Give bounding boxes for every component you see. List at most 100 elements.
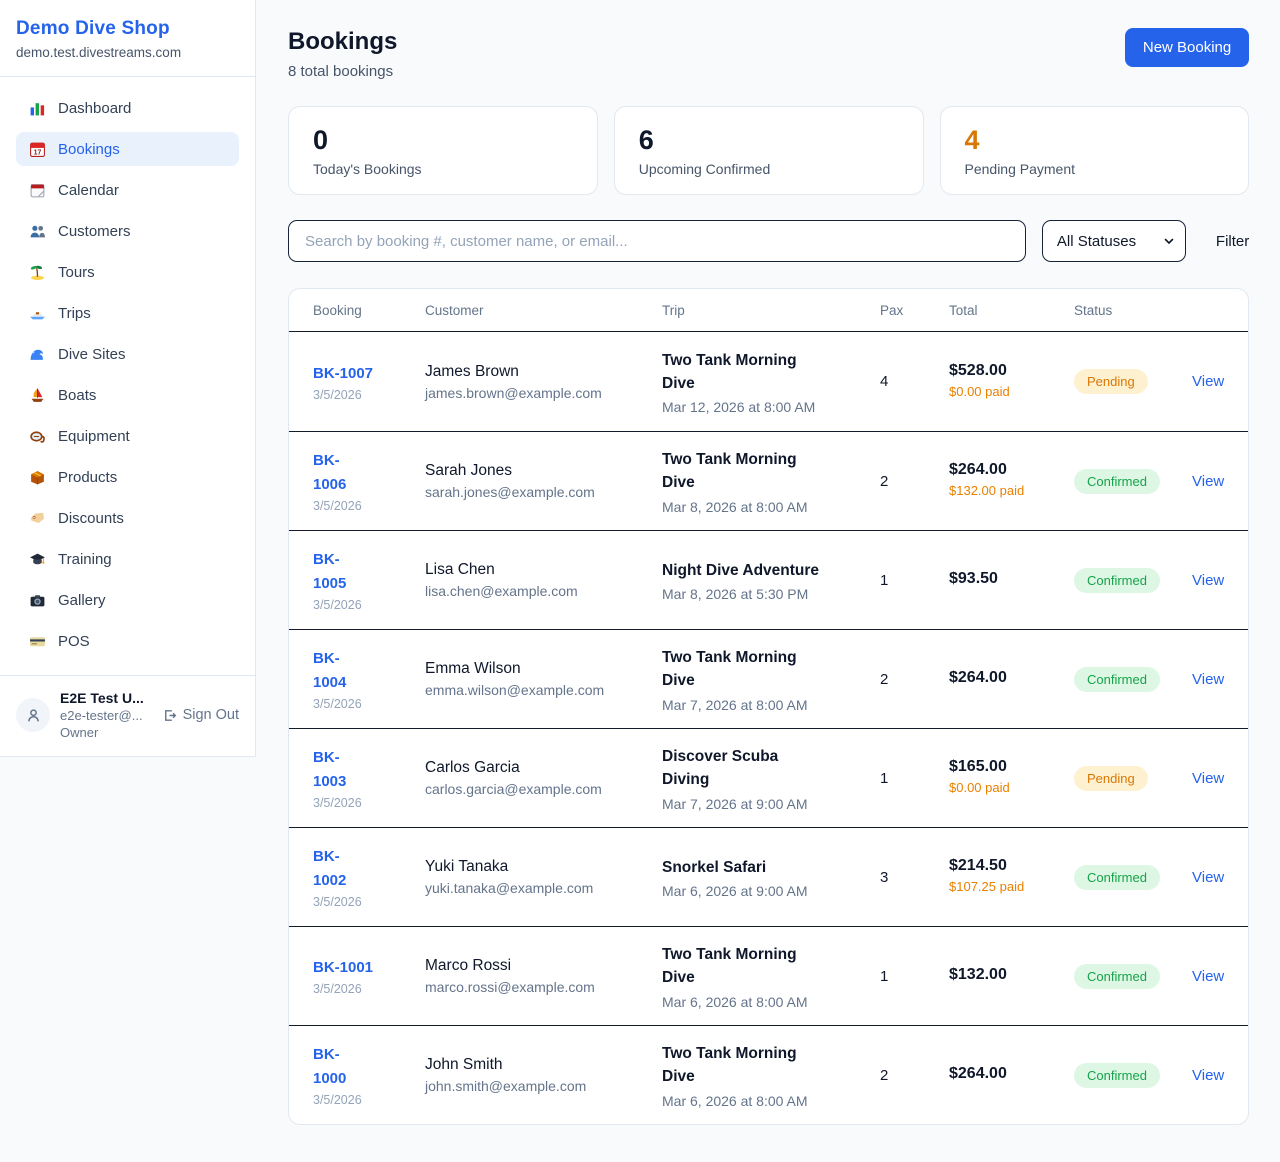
- total-amount: $93.50: [949, 570, 1074, 588]
- island-icon: [28, 263, 46, 281]
- bookings-table: Booking Customer Trip Pax Total Status B…: [288, 288, 1249, 1125]
- view-link[interactable]: View: [1192, 373, 1224, 390]
- customer-name: John Smith: [425, 1056, 662, 1074]
- filter-button[interactable]: Filter: [1216, 233, 1249, 250]
- stat-value: 4: [965, 124, 1225, 156]
- view-link[interactable]: View: [1192, 473, 1224, 490]
- booking-date: 3/5/2026: [313, 388, 425, 402]
- sidebar-item-dashboard[interactable]: Dashboard: [16, 91, 239, 125]
- customer-name: Carlos Garcia: [425, 759, 662, 777]
- column-header-status: Status: [1074, 303, 1192, 318]
- search-input[interactable]: [288, 220, 1026, 262]
- sidebar-item-equipment[interactable]: Equipment: [16, 419, 239, 453]
- pax-count: 1: [880, 770, 949, 787]
- booking-id-link[interactable]: BK- 1006: [313, 449, 425, 497]
- shop-domain: demo.test.divestreams.com: [16, 45, 239, 60]
- sidebar-item-label: Products: [58, 469, 117, 486]
- sidebar-nav: Dashboard 17 Bookings Calendar Customers…: [0, 77, 255, 675]
- sidebar-item-gallery[interactable]: Gallery: [16, 583, 239, 617]
- status-badge: Confirmed: [1074, 568, 1160, 593]
- tear-off-calendar-icon: [28, 181, 46, 199]
- column-header-customer: Customer: [425, 303, 662, 318]
- booking-id-link[interactable]: BK-1007: [313, 362, 425, 386]
- trip-name: Night Dive Adventure: [662, 559, 880, 582]
- booking-date: 3/5/2026: [313, 1093, 425, 1107]
- package-icon: [28, 468, 46, 486]
- table-row: BK- 10033/5/2026 Carlos Garciacarlos.gar…: [289, 728, 1248, 827]
- customer-name: Lisa Chen: [425, 561, 662, 579]
- sidebar-item-customers[interactable]: Customers: [16, 214, 239, 248]
- sidebar-item-label: Boats: [58, 387, 96, 404]
- svg-text:17: 17: [33, 149, 41, 156]
- customer-email: yuki.tanaka@example.com: [425, 880, 662, 896]
- sidebar-item-tours[interactable]: Tours: [16, 255, 239, 289]
- sidebar-item-bookings[interactable]: 17 Bookings: [16, 132, 239, 166]
- sidebar-item-label: Trips: [58, 305, 91, 322]
- sidebar-item-trips[interactable]: Trips: [16, 296, 239, 330]
- status-badge: Confirmed: [1074, 667, 1160, 692]
- customer-name: Yuki Tanaka: [425, 858, 662, 876]
- pax-count: 2: [880, 1067, 949, 1084]
- view-link[interactable]: View: [1192, 968, 1224, 985]
- pax-count: 1: [880, 572, 949, 589]
- logout-icon: [162, 708, 177, 723]
- sidebar-item-label: POS: [58, 633, 90, 650]
- total-amount: $214.50: [949, 857, 1074, 875]
- booking-id-link[interactable]: BK- 1002: [313, 845, 425, 893]
- status-filter-select[interactable]: All Statuses: [1042, 220, 1186, 262]
- sidebar-item-label: Bookings: [58, 141, 120, 158]
- trip-datetime: Mar 6, 2026 at 8:00 AM: [662, 994, 880, 1010]
- customer-name: Marco Rossi: [425, 957, 662, 975]
- booking-id-link[interactable]: BK- 1000: [313, 1043, 425, 1091]
- sidebar-item-boats[interactable]: Boats: [16, 378, 239, 412]
- sidebar-item-training[interactable]: Training: [16, 542, 239, 576]
- sign-out-button[interactable]: Sign Out: [162, 707, 239, 723]
- sidebar-item-calendar[interactable]: Calendar: [16, 173, 239, 207]
- stat-value: 0: [313, 124, 573, 156]
- trip-datetime: Mar 7, 2026 at 9:00 AM: [662, 796, 880, 812]
- trip-name: Two Tank Morning Dive: [662, 448, 880, 495]
- paid-amount: $0.00 paid: [949, 779, 1074, 798]
- sign-out-label: Sign Out: [183, 707, 239, 723]
- stats-row: 0 Today's Bookings 6 Upcoming Confirmed …: [288, 106, 1249, 195]
- sidebar-item-products[interactable]: Products: [16, 460, 239, 494]
- camera-icon: [28, 591, 46, 609]
- graduation-cap-icon: [28, 550, 46, 568]
- booking-date: 3/5/2026: [313, 697, 425, 711]
- trip-datetime: Mar 7, 2026 at 8:00 AM: [662, 697, 880, 713]
- view-link[interactable]: View: [1192, 770, 1224, 787]
- view-link[interactable]: View: [1192, 572, 1224, 589]
- customer-email: john.smith@example.com: [425, 1078, 662, 1094]
- view-link[interactable]: View: [1192, 1067, 1224, 1084]
- sidebar-item-discounts[interactable]: Discounts: [16, 501, 239, 535]
- booking-id-link[interactable]: BK- 1005: [313, 548, 425, 596]
- sidebar-item-dive-sites[interactable]: Dive Sites: [16, 337, 239, 371]
- total-amount: $528.00: [949, 362, 1074, 380]
- brand-block: Demo Dive Shop demo.test.divestreams.com: [0, 0, 255, 77]
- sidebar-item-pos[interactable]: POS: [16, 624, 239, 658]
- booking-id-link[interactable]: BK- 1004: [313, 647, 425, 695]
- new-booking-button[interactable]: New Booking: [1125, 28, 1249, 67]
- customer-email: james.brown@example.com: [425, 385, 662, 401]
- bar-chart-icon: [28, 99, 46, 117]
- total-amount: $264.00: [949, 1065, 1074, 1083]
- pax-count: 2: [880, 473, 949, 490]
- trip-datetime: Mar 8, 2026 at 8:00 AM: [662, 499, 880, 515]
- booking-date: 3/5/2026: [313, 598, 425, 612]
- view-link[interactable]: View: [1192, 671, 1224, 688]
- user-name: E2E Test U...: [60, 690, 152, 706]
- trip-datetime: Mar 6, 2026 at 8:00 AM: [662, 1093, 880, 1109]
- column-header-pax: Pax: [880, 303, 949, 318]
- trip-datetime: Mar 8, 2026 at 5:30 PM: [662, 586, 880, 602]
- main-content: Bookings 8 total bookings New Booking 0 …: [256, 0, 1280, 1157]
- total-amount: $264.00: [949, 461, 1074, 479]
- total-amount: $264.00: [949, 669, 1074, 687]
- sidebar-item-label: Customers: [58, 223, 131, 240]
- booking-id-link[interactable]: BK- 1003: [313, 746, 425, 794]
- view-link[interactable]: View: [1192, 869, 1224, 886]
- stat-card-upcoming-confirmed: 6 Upcoming Confirmed: [614, 106, 924, 195]
- booking-id-link[interactable]: BK-1001: [313, 956, 425, 980]
- calendar-date-icon: 17: [28, 140, 46, 158]
- pax-count: 2: [880, 671, 949, 688]
- user-avatar: [16, 698, 50, 732]
